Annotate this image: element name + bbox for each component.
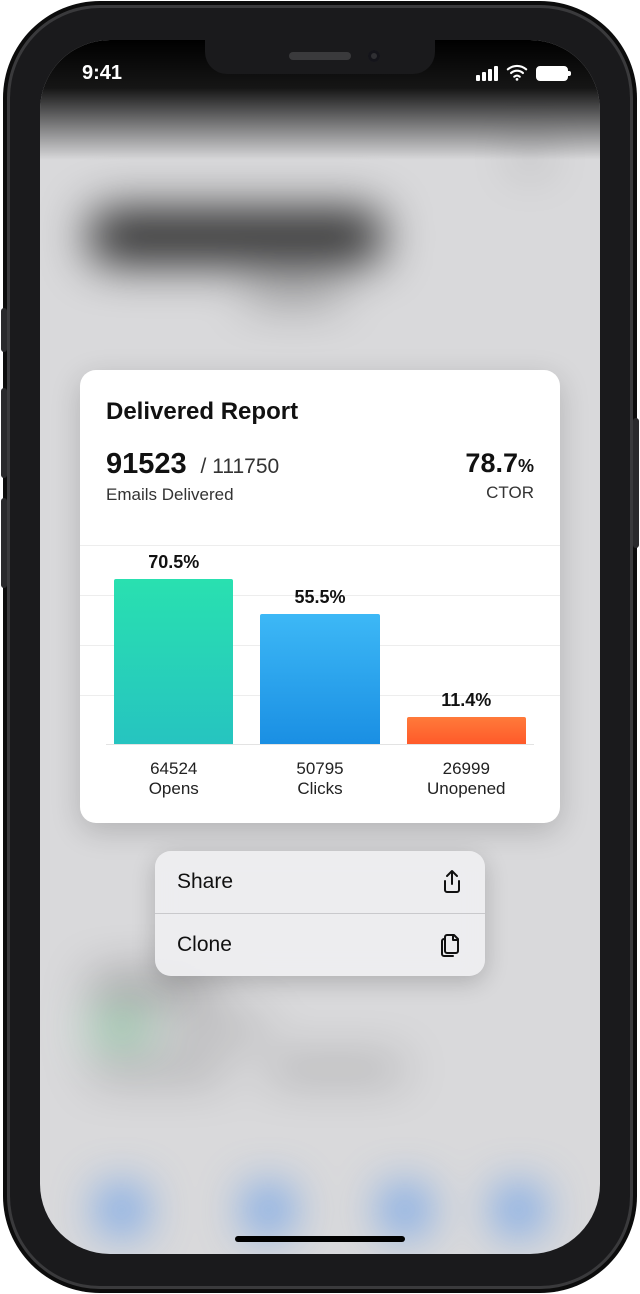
bar-opens[interactable]: 70.5% xyxy=(114,552,233,744)
clone-button[interactable]: Clone xyxy=(155,914,485,976)
share-button[interactable]: Share xyxy=(155,851,485,914)
delivered-label: Emails Delivered xyxy=(106,485,279,505)
bar-unopened[interactable]: 11.4% xyxy=(407,690,526,744)
share-icon xyxy=(441,869,463,895)
context-menu: Share Clone xyxy=(155,851,485,976)
screen: 9:41 xyxy=(40,40,600,1254)
delivered-count: 91523 / 111750 xyxy=(106,450,279,479)
status-time: 9:41 xyxy=(82,62,122,85)
battery-icon xyxy=(536,66,568,81)
ctor-label: CTOR xyxy=(465,483,534,503)
bar-clicks-rect xyxy=(260,614,379,744)
mute-switch xyxy=(1,308,7,352)
ctor-value: 78.7% xyxy=(465,450,534,477)
delivered-total: 111750 xyxy=(212,455,279,478)
notch xyxy=(205,40,435,74)
power-button xyxy=(633,418,639,548)
bar-unopened-percent: 11.4% xyxy=(441,690,491,711)
delivered-value: 91523 xyxy=(106,448,187,480)
bar-opens-rect xyxy=(114,579,233,744)
home-indicator[interactable] xyxy=(235,1236,405,1242)
volume-down xyxy=(1,498,7,588)
report-card[interactable]: Delivered Report 91523 / 111750 Emails D… xyxy=(80,370,560,823)
cellular-icon xyxy=(476,66,498,81)
bar-chart: 70.5% 55.5% 11.4% xyxy=(106,545,534,799)
xlabel-opens: 64524 Opens xyxy=(114,759,233,799)
share-label: Share xyxy=(177,870,233,894)
bar-clicks[interactable]: 55.5% xyxy=(260,587,379,744)
phone-frame: 9:41 xyxy=(10,8,630,1286)
xlabel-clicks: 50795 Clicks xyxy=(260,759,379,799)
volume-up xyxy=(1,388,7,478)
card-title: Delivered Report xyxy=(106,398,534,426)
xlabel-unopened: 26999 Unopened xyxy=(407,759,526,799)
bar-opens-percent: 70.5% xyxy=(148,552,199,573)
documents-icon xyxy=(439,932,463,958)
bar-clicks-percent: 55.5% xyxy=(294,587,345,608)
bar-unopened-rect xyxy=(407,717,526,744)
clone-label: Clone xyxy=(177,933,232,957)
wifi-icon xyxy=(506,62,528,84)
